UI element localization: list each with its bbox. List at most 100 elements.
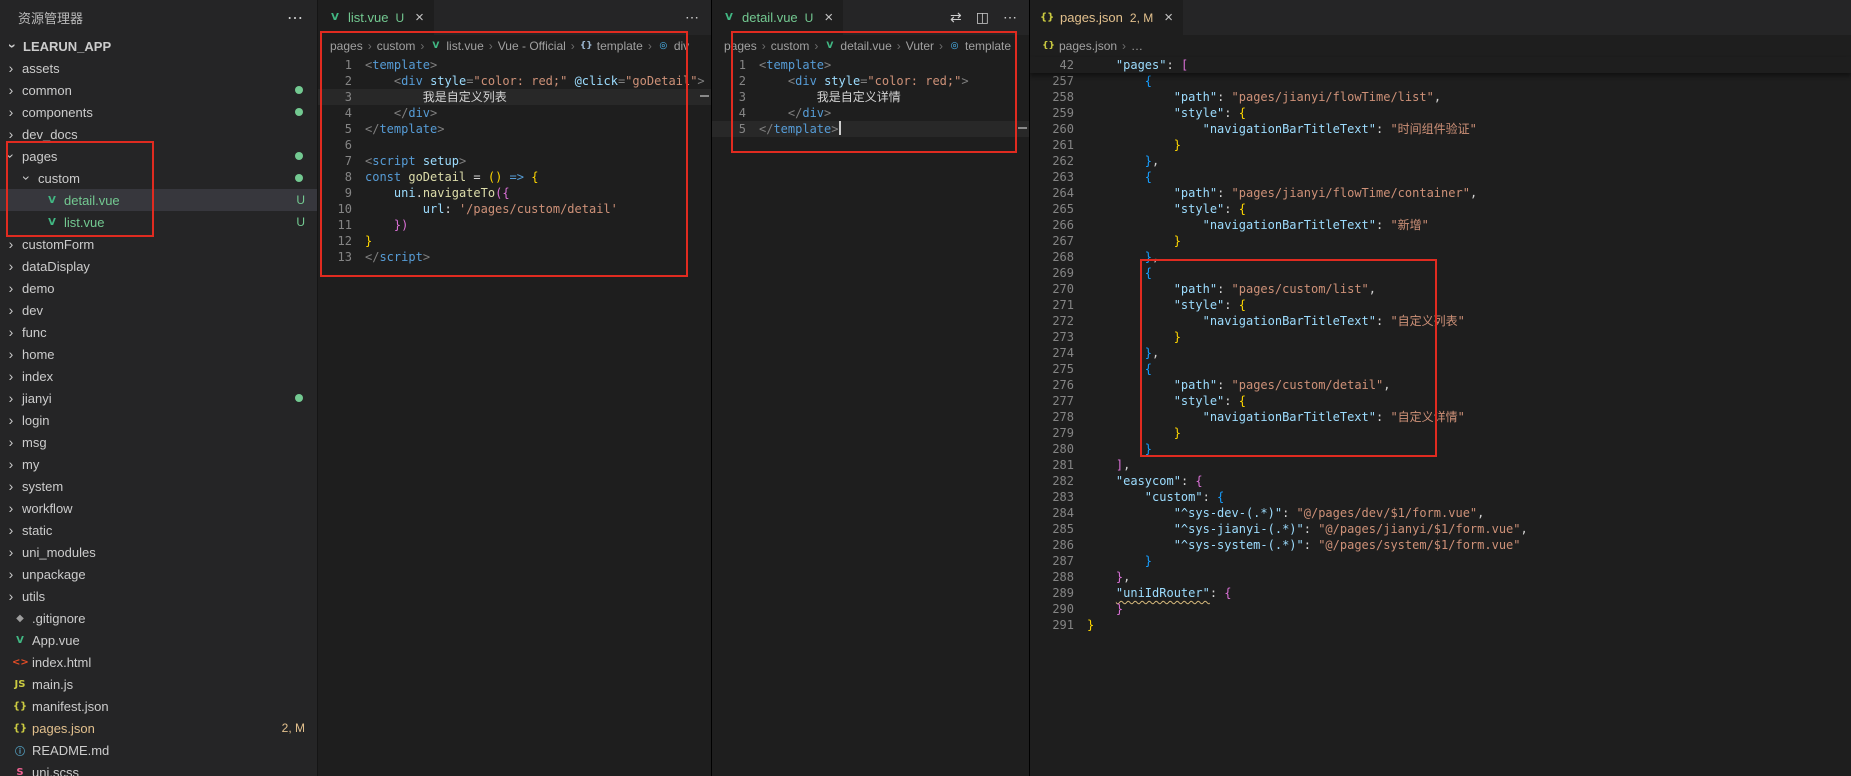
code-line[interactable]: 273 } — [1030, 329, 1851, 345]
tree-folder-pages[interactable]: ›pages — [0, 145, 317, 167]
code-line[interactable]: 268 }, — [1030, 249, 1851, 265]
code-line[interactable]: 4 </div> — [712, 105, 1029, 121]
code-line[interactable]: 11 }) — [318, 217, 711, 233]
tree-folder-msg[interactable]: ›msg — [0, 431, 317, 453]
tree-folder-login[interactable]: ›login — [0, 409, 317, 431]
tree-folder-dataDisplay[interactable]: ›dataDisplay — [0, 255, 317, 277]
tab-pages-json[interactable]: {}pages.json2, M× — [1030, 0, 1183, 35]
tree-file-README.md[interactable]: ⓘREADME.md — [0, 739, 317, 761]
code-line[interactable]: 262 }, — [1030, 153, 1851, 169]
more-icon[interactable]: ⋯ — [685, 9, 699, 26]
code-line[interactable]: 257 { — [1030, 73, 1851, 89]
breadcrumb-item[interactable]: Vlist.vue — [429, 39, 483, 53]
code-line[interactable]: 280 } — [1030, 441, 1851, 457]
tree-file-main.js[interactable]: JSmain.js — [0, 673, 317, 695]
code-line[interactable]: 259 "style": { — [1030, 105, 1851, 121]
project-root-folder[interactable]: › LEARUN_APP — [0, 35, 317, 57]
tab-close-icon[interactable]: × — [824, 9, 833, 26]
code-line[interactable]: 272 "navigationBarTitleText": "自定义列表" — [1030, 313, 1851, 329]
tree-folder-utils[interactable]: ›utils — [0, 585, 317, 607]
code-line[interactable]: 275 { — [1030, 361, 1851, 377]
split-icon[interactable]: ◫ — [976, 9, 989, 26]
code-line[interactable]: 1<template> — [712, 57, 1029, 73]
tab-close-icon[interactable]: × — [1164, 9, 1173, 26]
code-editor[interactable]: 1<template>2 <div style="color: red;">3 … — [712, 57, 1029, 137]
code-line[interactable]: 278 "navigationBarTitleText": "自定义详情" — [1030, 409, 1851, 425]
code-line[interactable]: 285 "^sys-jianyi-(.*)": "@/pages/jianyi/… — [1030, 521, 1851, 537]
code-line[interactable]: 267 } — [1030, 233, 1851, 249]
code-line[interactable]: 3 我是自定义详情 — [712, 89, 1029, 105]
code-line[interactable]: 2 <div style="color: red;" @click="goDet… — [318, 73, 711, 89]
code-line[interactable]: 284 "^sys-dev-(.*)": "@/pages/dev/$1/for… — [1030, 505, 1851, 521]
code-line[interactable]: 42 "pages": [ — [1030, 57, 1851, 73]
breadcrumb-item[interactable]: custom — [377, 39, 416, 53]
breadcrumb-item[interactable]: … — [1131, 39, 1143, 53]
explorer-more-actions-icon[interactable]: ⋯ — [287, 8, 303, 28]
tree-folder-unpackage[interactable]: ›unpackage — [0, 563, 317, 585]
code-line[interactable]: 260 "navigationBarTitleText": "时间组件验证" — [1030, 121, 1851, 137]
code-line[interactable]: 264 "path": "pages/jianyi/flowTime/conta… — [1030, 185, 1851, 201]
code-line[interactable]: 290 } — [1030, 601, 1851, 617]
tree-folder-components[interactable]: ›components — [0, 101, 317, 123]
breadcrumb-item[interactable]: ◎template — [948, 39, 1011, 53]
code-line[interactable]: 291} — [1030, 617, 1851, 633]
code-line[interactable]: 274 }, — [1030, 345, 1851, 361]
tree-folder-customForm[interactable]: ›customForm — [0, 233, 317, 255]
tree-folder-home[interactable]: ›home — [0, 343, 317, 365]
tree-file-manifest.json[interactable]: {}manifest.json — [0, 695, 317, 717]
breadcrumb-item[interactable]: pages — [330, 39, 363, 53]
code-line[interactable]: 9 uni.navigateTo({ — [318, 185, 711, 201]
tree-folder-workflow[interactable]: ›workflow — [0, 497, 317, 519]
tree-folder-demo[interactable]: ›demo — [0, 277, 317, 299]
code-editor[interactable]: 42 "pages": [257 {258 "path": "pages/jia… — [1030, 57, 1851, 633]
code-line[interactable]: 13</script> — [318, 249, 711, 265]
tree-folder-index[interactable]: ›index — [0, 365, 317, 387]
code-line[interactable]: 287 } — [1030, 553, 1851, 569]
code-line[interactable]: 281 ], — [1030, 457, 1851, 473]
tree-folder-static[interactable]: ›static — [0, 519, 317, 541]
breadcrumb-item[interactable]: ◎div — [657, 39, 689, 53]
code-line[interactable]: 5</template> — [712, 121, 1029, 137]
tree-file-detail.vue[interactable]: Vdetail.vueU — [0, 189, 317, 211]
code-line[interactable]: 276 "path": "pages/custom/detail", — [1030, 377, 1851, 393]
code-line[interactable]: 5</template> — [318, 121, 711, 137]
more-icon[interactable]: ⋯ — [1003, 9, 1017, 26]
code-line[interactable]: 3 我是自定义列表 — [318, 89, 711, 105]
tree-file-.gitignore[interactable]: ◆.gitignore — [0, 607, 317, 629]
breadcrumb-item[interactable]: {}pages.json — [1042, 39, 1117, 53]
tree-file-index.html[interactable]: <>index.html — [0, 651, 317, 673]
breadcrumb-item[interactable]: Vue - Official — [498, 39, 566, 53]
code-line[interactable]: 6 — [318, 137, 711, 153]
code-line[interactable]: 258 "path": "pages/jianyi/flowTime/list"… — [1030, 89, 1851, 105]
tree-file-pages.json[interactable]: {}pages.json2, M — [0, 717, 317, 739]
tree-folder-uni_modules[interactable]: ›uni_modules — [0, 541, 317, 563]
code-line[interactable]: 271 "style": { — [1030, 297, 1851, 313]
tree-folder-dev[interactable]: ›dev — [0, 299, 317, 321]
code-line[interactable]: 289 "uniIdRouter": { — [1030, 585, 1851, 601]
tree-folder-assets[interactable]: ›assets — [0, 57, 317, 79]
code-line[interactable]: 4 </div> — [318, 105, 711, 121]
breadcrumb-item[interactable]: Vuter — [906, 39, 934, 53]
code-line[interactable]: 10 url: '/pages/custom/detail' — [318, 201, 711, 217]
breadcrumb-item[interactable]: custom — [771, 39, 810, 53]
code-line[interactable]: 8const goDetail = () => { — [318, 169, 711, 185]
code-editor[interactable]: 1<template>2 <div style="color: red;" @c… — [318, 57, 711, 265]
code-line[interactable]: 263 { — [1030, 169, 1851, 185]
breadcrumb-item[interactable]: Vdetail.vue — [823, 39, 891, 53]
tree-folder-func[interactable]: ›func — [0, 321, 317, 343]
code-line[interactable]: 2 <div style="color: red;"> — [712, 73, 1029, 89]
code-line[interactable]: 282 "easycom": { — [1030, 473, 1851, 489]
breadcrumb-item[interactable]: {}template — [580, 39, 643, 53]
code-line[interactable]: 288 }, — [1030, 569, 1851, 585]
tree-folder-system[interactable]: ›system — [0, 475, 317, 497]
tree-file-list.vue[interactable]: Vlist.vueU — [0, 211, 317, 233]
tree-file-App.vue[interactable]: VApp.vue — [0, 629, 317, 651]
tree-folder-custom[interactable]: ›custom — [0, 167, 317, 189]
tree-folder-dev_docs[interactable]: ›dev_docs — [0, 123, 317, 145]
code-line[interactable]: 269 { — [1030, 265, 1851, 281]
tab-detail-vue[interactable]: Vdetail.vueU× — [712, 0, 843, 35]
code-line[interactable]: 12} — [318, 233, 711, 249]
breadcrumb-item[interactable]: pages — [724, 39, 757, 53]
code-line[interactable]: 279 } — [1030, 425, 1851, 441]
tree-folder-common[interactable]: ›common — [0, 79, 317, 101]
